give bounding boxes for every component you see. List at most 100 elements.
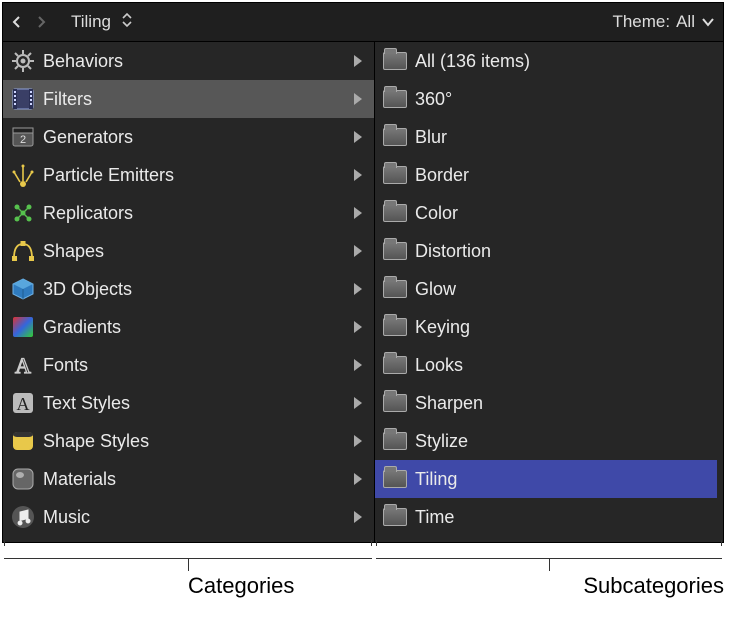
category-label: Fonts [43,355,88,376]
folder-icon [381,503,409,531]
subcategory-label: Glow [415,279,456,300]
subcategory-label: Blur [415,127,447,148]
category-label: Behaviors [43,51,123,72]
chevron-down-icon [701,12,715,32]
category-row[interactable]: Music [3,498,374,536]
category-row[interactable]: Photos [3,536,374,542]
material-icon [9,465,37,493]
disclosure-icon [354,169,362,181]
folder-icon [381,161,409,189]
font-outline-icon: A [9,351,37,379]
subcategory-row[interactable]: Looks [375,346,717,384]
folder-icon [381,237,409,265]
svg-text:2: 2 [20,134,26,146]
folder-icon [381,275,409,303]
category-label: Shapes [43,241,104,262]
folder-icon [381,199,409,227]
subcategory-row[interactable]: Color [375,194,717,232]
category-row[interactable]: A Text Styles [3,384,374,422]
disclosure-icon [354,131,362,143]
folder-icon [381,465,409,493]
subcategory-row[interactable]: Blur [375,118,717,156]
disclosure-icon [354,245,362,257]
font-solid-icon: A [9,389,37,417]
category-label: Music [43,507,90,528]
subcategory-label: Color [415,203,458,224]
disclosure-icon [354,207,362,219]
category-label: Gradients [43,317,121,338]
forward-button[interactable] [35,16,47,28]
subcategory-row[interactable]: Tiling [375,460,717,498]
annotations: Categories Subcategories [2,545,724,609]
disclosure-icon [354,359,362,371]
category-row[interactable]: Particle Emitters [3,156,374,194]
path-popup[interactable]: Tiling [71,12,133,33]
svg-text:A: A [15,353,31,378]
subcategory-row[interactable]: Border [375,156,717,194]
subcategory-row[interactable]: Distortion [375,232,717,270]
folder-icon [381,351,409,379]
category-row[interactable]: Materials [3,460,374,498]
category-label: Materials [43,469,116,490]
disclosure-icon [354,321,362,333]
category-label: Text Styles [43,393,130,414]
categories-column: Behaviors Filters 2 Generators Particle Emit… [3,42,375,542]
subcategory-label: Looks [415,355,463,376]
subcategory-row[interactable]: All (136 items) [375,42,717,80]
subcategories-column: All (136 items) 360° Blur Border Color Distor… [375,42,723,542]
subcategory-row[interactable]: Time [375,498,717,536]
subcategory-row[interactable]: Sharpen [375,384,717,422]
subcategory-label: Keying [415,317,470,338]
subcategory-row[interactable]: 360° [375,80,717,118]
toolbar: Tiling Theme: All [3,3,723,41]
filmstrip-icon [9,85,37,113]
subcategory-label: Distortion [415,241,491,262]
back-button[interactable] [11,16,23,28]
category-row[interactable]: Replicators [3,194,374,232]
annotation-label-left: Categories [188,573,294,599]
category-row[interactable]: 2 Generators [3,118,374,156]
category-label: 3D Objects [43,279,132,300]
folder-icon [381,427,409,455]
disclosure-icon [354,473,362,485]
photo-icon [9,541,37,542]
folder-icon [381,123,409,151]
category-label: Replicators [43,203,133,224]
disclosure-icon [354,397,362,409]
subcategory-row[interactable]: Glow [375,270,717,308]
category-label: Particle Emitters [43,165,174,186]
music-icon [9,503,37,531]
subcategory-row[interactable]: Stylize [375,422,717,460]
library-panel: Tiling Theme: All Behaviors Filters 2 Gener… [2,2,724,543]
subcategory-label: 360° [415,89,452,110]
folder-icon [381,85,409,113]
disclosure-icon [354,55,362,67]
replicator-icon [9,199,37,227]
category-row[interactable]: Filters [3,80,374,118]
theme-popup[interactable]: Theme: All [612,12,715,32]
folder-icon [381,389,409,417]
theme-label: Theme: [612,12,670,32]
category-row[interactable]: 3D Objects [3,270,374,308]
category-label: Generators [43,127,133,148]
category-label: Filters [43,89,92,110]
category-label: Shape Styles [43,431,149,452]
subcategory-label: Border [415,165,469,186]
disclosure-icon [354,93,362,105]
disclosure-icon [354,283,362,295]
disclosure-icon [354,511,362,523]
category-row[interactable]: Shape Styles [3,422,374,460]
shape-style-icon [9,427,37,455]
subcategory-row[interactable]: Keying [375,308,717,346]
cube-icon [9,275,37,303]
annotation-subcategories: Subcategories [374,545,724,609]
category-row[interactable]: Shapes [3,232,374,270]
clapboard-icon: 2 [9,123,37,151]
category-row[interactable]: Gradients [3,308,374,346]
particle-icon [9,161,37,189]
category-row[interactable]: Behaviors [3,42,374,80]
folder-icon [381,541,409,542]
category-row[interactable]: A Fonts [3,346,374,384]
folder-icon [381,313,409,341]
subcategory-row[interactable]: Video [375,536,717,542]
